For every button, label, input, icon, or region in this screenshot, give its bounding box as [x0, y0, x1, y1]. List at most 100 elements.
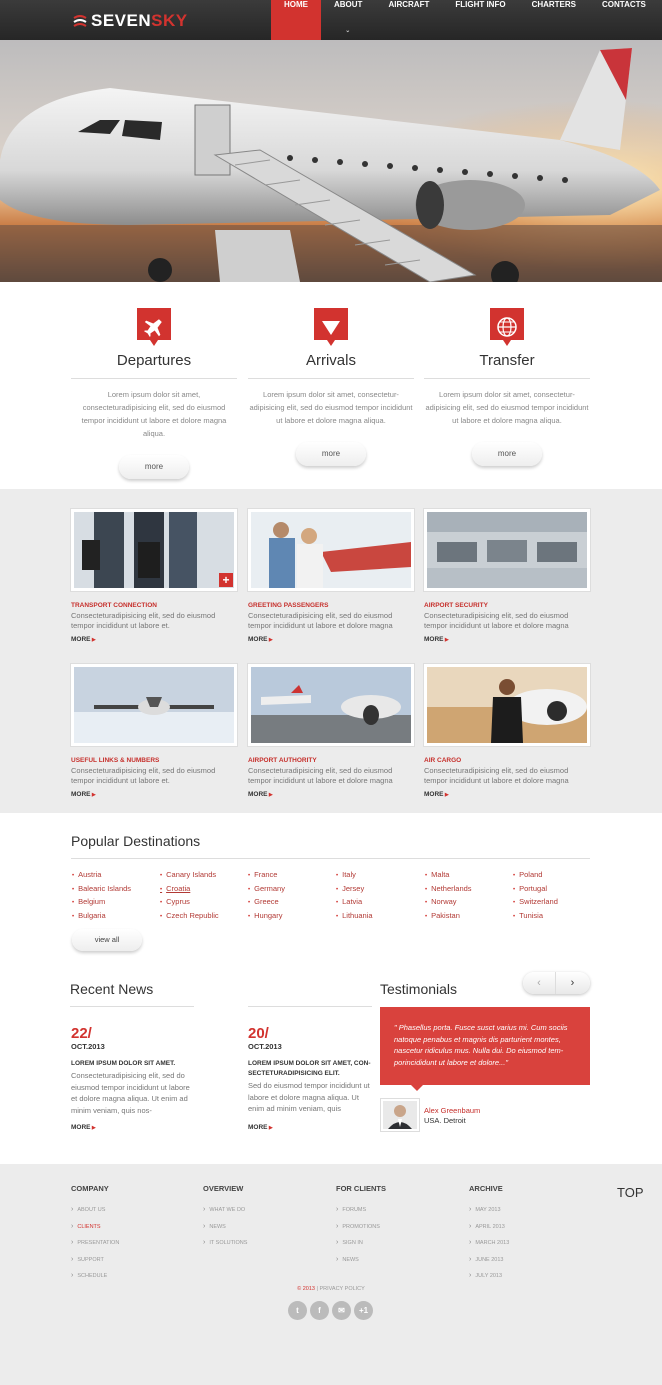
news-item: 20/OCT.2013 LOREM IPSUM DOLOR SIT AMET, C… [248, 1026, 372, 1115]
card-image[interactable]: + [71, 509, 237, 591]
more-label: MORE [248, 636, 268, 643]
more-link[interactable]: MORE ▶ [248, 636, 414, 643]
twitter-icon[interactable]: t [288, 1301, 307, 1320]
card-image[interactable] [424, 509, 590, 591]
view-all-button[interactable]: view all [72, 929, 142, 951]
more-button[interactable]: more [119, 455, 189, 479]
more-link[interactable]: MORE ▶ [248, 1124, 273, 1131]
footer-link[interactable]: MARCH 2013 [469, 1235, 509, 1252]
service-transfer: Transfer Lorem ipsum dolor sit amet, cons… [424, 308, 590, 466]
footer-link[interactable]: PROMOTIONS [336, 1219, 386, 1236]
more-link[interactable]: MORE ▶ [71, 1124, 96, 1131]
next-arrow-button[interactable]: › [556, 972, 589, 994]
card-image[interactable] [71, 664, 237, 746]
photo [427, 512, 587, 588]
footer-column: ARCHIVE MAY 2013APRIL 2013MARCH 2013JUNE … [469, 1184, 509, 1285]
card-image[interactable] [424, 664, 590, 746]
card-description: Consecteturadipisicing elit, sed do eius… [71, 611, 216, 630]
mail-icon[interactable]: ✉ [332, 1301, 351, 1320]
footer-link[interactable]: ABOUT US [71, 1202, 119, 1219]
card-image[interactable] [248, 509, 414, 591]
service-description: Lorem ipsum dolor sit amet, consectetur-… [425, 390, 589, 425]
destination-link[interactable]: Canary Islands [160, 869, 219, 883]
footer-link[interactable]: WHAT WE DO [203, 1202, 247, 1219]
footer-link[interactable]: CLIENTS [71, 1219, 119, 1236]
destination-link[interactable]: Tunisia [513, 910, 558, 924]
destination-link[interactable]: Cyprus [160, 896, 219, 910]
prev-arrow-button[interactable]: ‹ [523, 972, 556, 994]
card-title[interactable]: AIRPORT SECURITY [424, 602, 590, 609]
destination-link[interactable]: Germany [248, 883, 285, 897]
card-title[interactable]: AIR CARGO [424, 757, 590, 764]
destination-link[interactable]: Portugal [513, 883, 558, 897]
back-to-top-link[interactable]: TOP [617, 1185, 644, 1200]
footer-link[interactable]: SCHEDULE [71, 1268, 119, 1285]
destination-link[interactable]: Norway [425, 896, 472, 910]
logo[interactable]: SEVENSKY [72, 11, 188, 31]
footer-link[interactable]: SUPPORT [71, 1252, 119, 1269]
destinations-title: Popular Destinations [71, 833, 201, 849]
divider [70, 1006, 194, 1007]
footer-link[interactable]: PRESENTATION [71, 1235, 119, 1252]
news-headline[interactable]: LOREM IPSUM DOLOR SIT AMET, CON-SECTETUR… [248, 1059, 372, 1079]
privacy-policy-link[interactable]: PRIVACY POLICY [319, 1286, 364, 1292]
destination-link[interactable]: Italy [336, 869, 373, 883]
footer-link[interactable]: JULY 2013 [469, 1268, 509, 1285]
plus-icon[interactable]: + [219, 573, 233, 587]
destination-link[interactable]: Jersey [336, 883, 373, 897]
card-title[interactable]: GREETING PASSENGERS [248, 602, 414, 609]
footer-column: OVERVIEW WHAT WE DONEWSIT SOLUTIONS [203, 1184, 247, 1252]
nav-item-charters[interactable]: CHARTERS [519, 0, 589, 40]
card-description: Consecteturadipisicing elit, sed do eius… [71, 766, 216, 785]
nav-item-contacts[interactable]: CONTACTS [589, 0, 659, 40]
destination-link[interactable]: Malta [425, 869, 472, 883]
destination-link[interactable]: Croatia [160, 883, 219, 897]
card-useful-links-numbers: USEFUL LINKS & NUMBERS Consecteturadipisi… [71, 664, 237, 798]
destination-link[interactable]: Pakistan [425, 910, 472, 924]
footer-link[interactable]: JUNE 2013 [469, 1252, 509, 1269]
top-navigation-bar: SEVENSKY HOME ABOUT ⌄ AIRCRAFT FLIGHT INFO CH… [0, 0, 662, 40]
card-title[interactable]: AIRPORT AUTHORITY [248, 757, 414, 764]
destination-link[interactable]: Austria [72, 869, 131, 883]
footer-link[interactable]: NEWS [203, 1219, 247, 1236]
more-link[interactable]: MORE ▶ [424, 791, 590, 798]
destination-link[interactable]: Poland [513, 869, 558, 883]
card-image[interactable] [248, 664, 414, 746]
footer-link[interactable]: SIGN IN [336, 1235, 386, 1252]
author-name[interactable]: Alex Greenbaum [424, 1106, 480, 1115]
more-link[interactable]: MORE ▶ [71, 636, 237, 643]
nav-item-aircraft[interactable]: AIRCRAFT [375, 0, 442, 40]
destination-link[interactable]: Belgium [72, 896, 131, 910]
nav-item-label: CONTACTS [602, 0, 646, 9]
more-link[interactable]: MORE ▶ [71, 791, 237, 798]
more-button[interactable]: more [296, 442, 366, 466]
card-title[interactable]: TRANSPORT CONNECTION [71, 602, 237, 609]
destination-link[interactable]: Greece [248, 896, 285, 910]
destination-link[interactable]: France [248, 869, 285, 883]
destination-link[interactable]: Netherlands [425, 883, 471, 897]
facebook-icon[interactable]: f [310, 1301, 329, 1320]
more-link[interactable]: MORE ▶ [424, 636, 590, 643]
destination-link[interactable]: Hungary [248, 910, 285, 924]
destination-link[interactable]: Latvia [336, 896, 373, 910]
nav-item-flight-info[interactable]: FLIGHT INFO [442, 0, 518, 40]
more-link[interactable]: MORE ▶ [248, 791, 414, 798]
destination-link[interactable]: Switzerland [513, 896, 558, 910]
news-headline[interactable]: LOREM IPSUM DOLOR SIT AMET. [71, 1059, 195, 1069]
nav-item-home[interactable]: HOME [271, 0, 321, 40]
nav-item-about[interactable]: ABOUT ⌄ [321, 0, 375, 40]
social-links: t f ✉ +1 [288, 1301, 373, 1320]
footer-link[interactable]: IT SOLUTIONS [203, 1235, 247, 1252]
footer-heading: FOR CLIENTS [336, 1184, 386, 1193]
footer-link[interactable]: APRIL 2013 [469, 1219, 509, 1236]
footer-link[interactable]: NEWS [336, 1252, 386, 1269]
google-plus-icon[interactable]: +1 [354, 1301, 373, 1320]
destination-link[interactable]: Lithuania [336, 910, 372, 924]
card-title[interactable]: USEFUL LINKS & NUMBERS [71, 757, 237, 764]
destination-link[interactable]: Bulgaria [72, 910, 131, 924]
footer-link[interactable]: MAY 2013 [469, 1202, 509, 1219]
more-button[interactable]: more [472, 442, 542, 466]
destination-link[interactable]: Balearic Islands [72, 883, 131, 897]
destination-link[interactable]: Czech Republic [160, 910, 219, 924]
footer-link[interactable]: FORUMS [336, 1202, 386, 1219]
